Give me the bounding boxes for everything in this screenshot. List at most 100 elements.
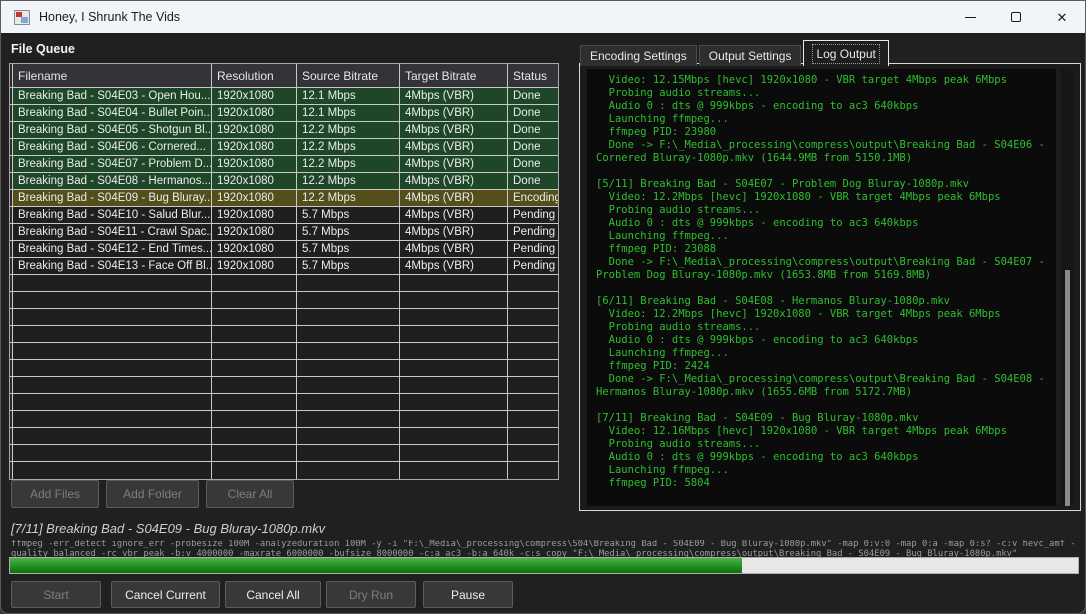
cell-filename: Breaking Bad - S04E08 - Hermanos...	[13, 173, 212, 189]
close-icon: ✕	[1057, 11, 1068, 24]
cell-empty	[212, 292, 297, 308]
cell-empty	[508, 377, 558, 393]
column-header-resolution[interactable]: Resolution	[212, 64, 297, 87]
table-row[interactable]: Breaking Bad - S04E05 - Shotgun Bl...192…	[10, 122, 558, 139]
cell-empty	[212, 462, 297, 479]
log-console[interactable]: Video: 12.15Mbps [hevc] 1920x1080 - VBR …	[587, 69, 1056, 506]
column-header-status[interactable]: Status	[508, 64, 558, 87]
column-header-filename[interactable]: Filename	[13, 64, 212, 87]
log-scrollbar[interactable]	[1061, 69, 1074, 506]
table-row[interactable]: Breaking Bad - S04E03 - Open Hou...1920x…	[10, 88, 558, 105]
tab-log-output[interactable]: Log Output	[803, 40, 888, 66]
table-row[interactable]: Breaking Bad - S04E11 - Crawl Spac...192…	[10, 224, 558, 241]
cell-target_bitrate: 4Mbps (VBR)	[400, 88, 508, 104]
cell-status: Done	[508, 88, 558, 104]
table-row-empty	[10, 275, 558, 292]
cell-empty	[13, 411, 212, 427]
table-row[interactable]: Breaking Bad - S04E12 - End Times...1920…	[10, 241, 558, 258]
cell-status: Done	[508, 122, 558, 138]
minimize-icon	[965, 17, 976, 18]
cell-empty	[13, 428, 212, 444]
add-files-button[interactable]: Add Files	[11, 480, 99, 508]
cancel-current-button[interactable]: Cancel Current	[111, 581, 220, 608]
table-row-empty	[10, 394, 558, 411]
maximize-button[interactable]	[993, 1, 1039, 33]
cell-empty	[13, 394, 212, 410]
cell-filename: Breaking Bad - S04E07 - Problem D...	[13, 156, 212, 172]
dry-run-button[interactable]: Dry Run	[326, 581, 416, 608]
table-row[interactable]: Breaking Bad - S04E08 - Hermanos...1920x…	[10, 173, 558, 190]
cell-filename: Breaking Bad - S04E09 - Bug Bluray...	[13, 190, 212, 206]
cell-target_bitrate: 4Mbps (VBR)	[400, 258, 508, 274]
clear-all-button[interactable]: Clear All	[206, 480, 294, 508]
settings-tabs: Encoding SettingsOutput Settings Log Outp…	[580, 40, 891, 66]
cell-empty	[13, 377, 212, 393]
table-row[interactable]: Breaking Bad - S04E09 - Bug Bluray...192…	[10, 190, 558, 207]
table-row[interactable]: Breaking Bad - S04E13 - Face Off Bl...19…	[10, 258, 558, 275]
action-button-row: Start Cancel CurrentCancel AllDry Run Paus…	[11, 581, 513, 608]
minimize-button[interactable]	[947, 1, 993, 33]
cell-empty	[212, 275, 297, 291]
cell-target_bitrate: 4Mbps (VBR)	[400, 139, 508, 155]
cell-target_bitrate: 4Mbps (VBR)	[400, 105, 508, 121]
log-scrollbar-thumb[interactable]	[1065, 270, 1070, 506]
file-queue-heading: File Queue	[11, 42, 75, 56]
tab-label: Log Output	[813, 45, 878, 63]
tab-output-settings[interactable]: Output Settings	[699, 45, 802, 66]
cell-empty	[297, 462, 400, 479]
table-row[interactable]: Breaking Bad - S04E10 - Salud Blur...192…	[10, 207, 558, 224]
cell-empty	[400, 326, 508, 342]
cell-resolution: 1920x1080	[212, 156, 297, 172]
cell-empty	[400, 360, 508, 376]
cell-status: Done	[508, 105, 558, 121]
cell-empty	[508, 445, 558, 461]
table-row-empty	[10, 343, 558, 360]
table-row[interactable]: Breaking Bad - S04E06 - Cornered...1920x…	[10, 139, 558, 156]
close-button[interactable]: ✕	[1039, 1, 1085, 33]
window-title: Honey, I Shrunk The Vids	[39, 10, 180, 24]
cell-source_bitrate: 12.1 Mbps	[297, 105, 400, 121]
cell-empty	[508, 326, 558, 342]
cell-target_bitrate: 4Mbps (VBR)	[400, 156, 508, 172]
start-button[interactable]: Start	[11, 581, 101, 608]
table-row-empty	[10, 411, 558, 428]
queue-button-row: Add FilesAdd FolderClear All	[11, 480, 294, 508]
cell-empty	[297, 377, 400, 393]
cell-source_bitrate: 12.2 Mbps	[297, 122, 400, 138]
cancel-all-button[interactable]: Cancel All	[225, 581, 321, 608]
table-row[interactable]: Breaking Bad - S04E04 - Bullet Poin...19…	[10, 105, 558, 122]
cell-empty	[13, 360, 212, 376]
cell-empty	[297, 343, 400, 359]
cell-empty	[212, 445, 297, 461]
pause-button[interactable]: Pause	[423, 581, 513, 608]
cell-status: Done	[508, 139, 558, 155]
column-header-target-bitrate[interactable]: Target Bitrate	[400, 64, 508, 87]
column-header-source-bitrate[interactable]: Source Bitrate	[297, 64, 400, 87]
cell-empty	[400, 377, 508, 393]
cell-empty	[297, 394, 400, 410]
cell-resolution: 1920x1080	[212, 207, 297, 223]
cell-source_bitrate: 12.2 Mbps	[297, 156, 400, 172]
table-header-row: FilenameResolutionSource BitrateTarget B…	[10, 64, 558, 88]
cell-status: Pending	[508, 241, 558, 257]
titlebar: Honey, I Shrunk The Vids ✕	[1, 1, 1085, 33]
add-folder-button[interactable]: Add Folder	[106, 480, 199, 508]
cell-filename: Breaking Bad - S04E12 - End Times...	[13, 241, 212, 257]
tab-encoding-settings[interactable]: Encoding Settings	[580, 45, 697, 66]
cell-resolution: 1920x1080	[212, 88, 297, 104]
cell-empty	[400, 275, 508, 291]
cell-empty	[212, 326, 297, 342]
log-text: Video: 12.15Mbps [hevc] 1920x1080 - VBR …	[587, 69, 1056, 490]
cell-empty	[400, 428, 508, 444]
table-row[interactable]: Breaking Bad - S04E07 - Problem D...1920…	[10, 156, 558, 173]
app-window: Honey, I Shrunk The Vids ✕ File Queue Fi…	[0, 0, 1086, 614]
cell-empty	[13, 445, 212, 461]
table-row-empty	[10, 445, 558, 462]
cell-empty	[297, 411, 400, 427]
file-queue-table: FilenameResolutionSource BitrateTarget B…	[9, 63, 559, 480]
cell-status: Encoding	[508, 190, 558, 206]
cell-empty	[212, 343, 297, 359]
cell-source_bitrate: 12.1 Mbps	[297, 88, 400, 104]
cell-target_bitrate: 4Mbps (VBR)	[400, 122, 508, 138]
cell-empty	[400, 394, 508, 410]
